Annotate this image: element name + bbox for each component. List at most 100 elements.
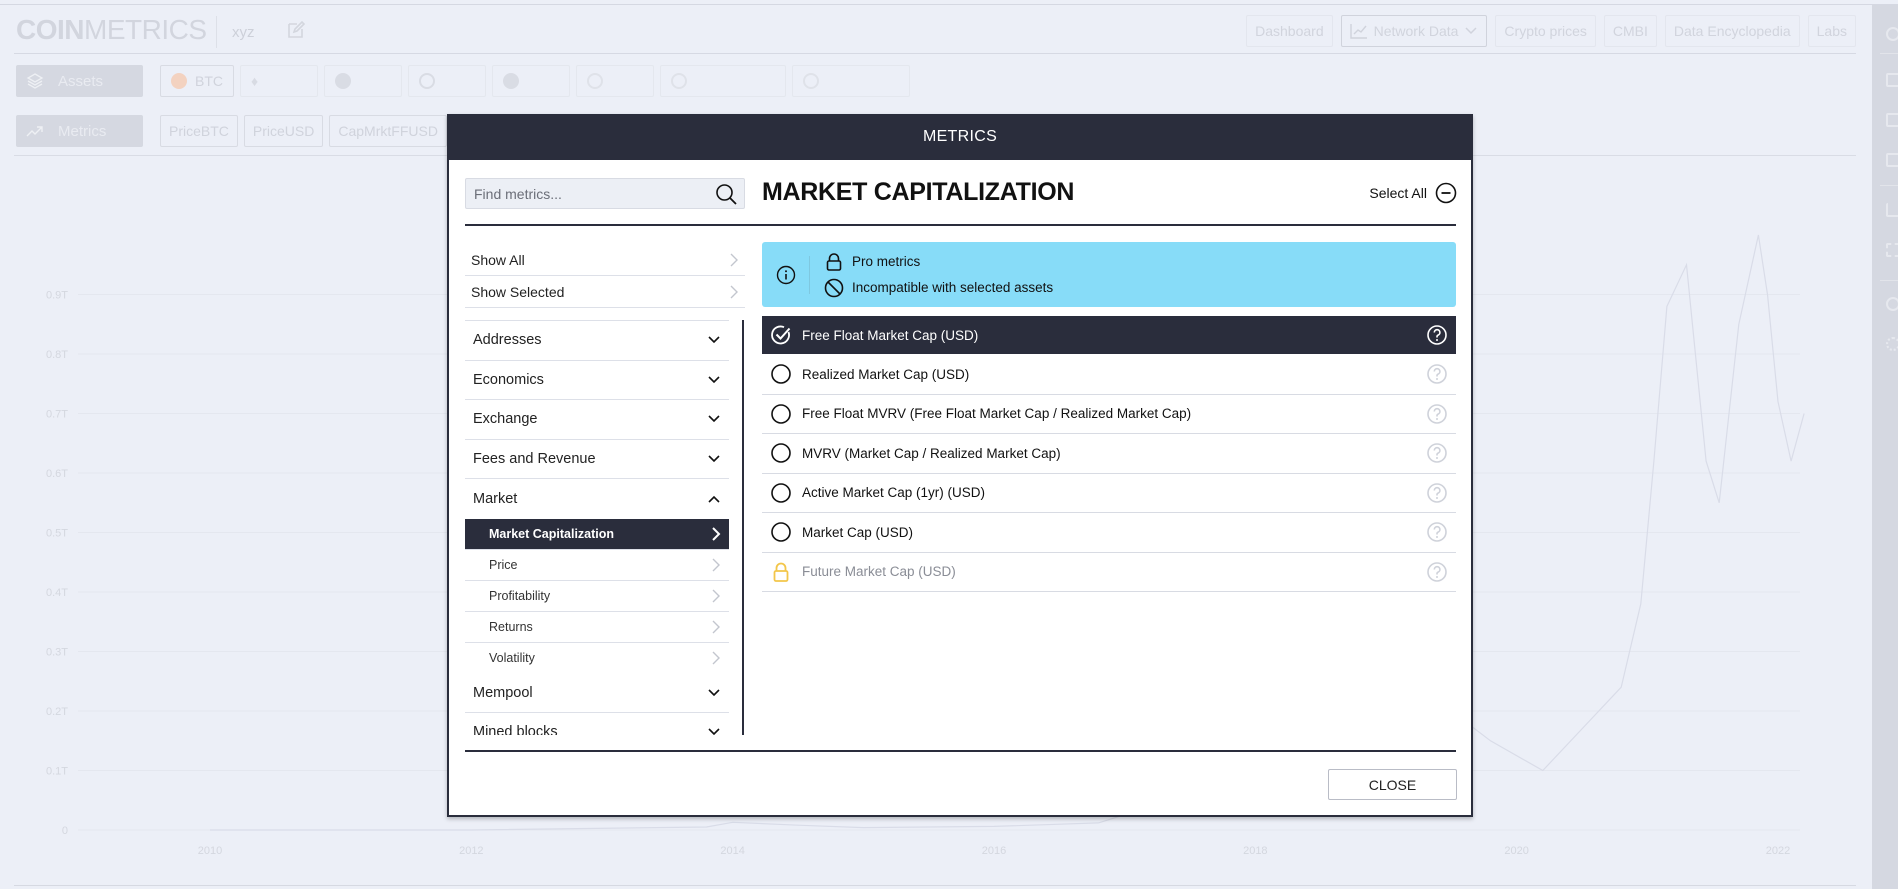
- chevron-right-icon: [712, 526, 721, 541]
- chevron-down-icon: [708, 689, 720, 696]
- nav-data-encyclopedia[interactable]: Data Encyclopedia: [1664, 15, 1800, 47]
- new-file-icon[interactable]: [1886, 73, 1898, 87]
- header-divider: [216, 16, 217, 48]
- show-all-item[interactable]: Show All: [465, 244, 745, 276]
- subcategory-volatility[interactable]: Volatility: [465, 643, 729, 674]
- app-header: COINMETRICS xyz Dashboard Network Data C…: [14, 8, 1856, 54]
- radio-empty-icon: [770, 403, 792, 425]
- category-fees-and-revenue[interactable]: Fees and Revenue: [465, 440, 729, 479]
- save-icon[interactable]: [1886, 153, 1898, 167]
- help-icon[interactable]: [1426, 521, 1448, 543]
- asset-chip[interactable]: [660, 65, 786, 97]
- edit-icon[interactable]: [286, 20, 306, 40]
- top-border: [0, 4, 1898, 5]
- show-selected-item[interactable]: Show Selected: [465, 276, 745, 308]
- category-mempool[interactable]: Mempool: [465, 674, 729, 713]
- category-mined-blocks[interactable]: Mined blocks: [465, 713, 729, 735]
- subcategory-price[interactable]: Price: [465, 550, 729, 581]
- find-metrics-input[interactable]: [466, 179, 712, 208]
- asset-chip[interactable]: [408, 65, 486, 97]
- metric-label: Free Float MVRV (Free Float Market Cap /…: [802, 406, 1192, 422]
- download-icon[interactable]: [1886, 203, 1898, 217]
- category-exchange[interactable]: Exchange: [465, 400, 729, 440]
- x-tick-label: 2018: [1243, 845, 1267, 857]
- info-icon: [762, 255, 810, 294]
- assets-button[interactable]: Assets: [16, 65, 143, 97]
- select-all-button[interactable]: Select All: [1369, 182, 1457, 204]
- legend-incompatible: Incompatible with selected assets: [824, 278, 1053, 298]
- asset-chip[interactable]: [492, 65, 570, 97]
- eth-icon: ♦: [251, 73, 259, 89]
- line-chart-icon: [1349, 24, 1367, 39]
- x-tick-label: 2010: [198, 845, 222, 857]
- y-tick-label: 0.4T: [46, 587, 68, 599]
- nav-crypto-prices[interactable]: Crypto prices: [1495, 15, 1596, 47]
- help-icon[interactable]: [1426, 403, 1448, 425]
- metric-chip[interactable]: CapMrktFFUSD: [329, 115, 447, 147]
- metric-option[interactable]: MVRV (Market Cap / Realized Market Cap): [762, 434, 1456, 474]
- share-icon[interactable]: [1886, 27, 1898, 41]
- metric-filters: Show All Show Selected: [465, 244, 745, 308]
- category-economics[interactable]: Economics: [465, 361, 729, 400]
- category-list: Addresses Economics Exchange Fees and Re…: [465, 320, 729, 735]
- subcategory-profitability[interactable]: Profitability: [465, 581, 729, 612]
- asset-icon: [503, 73, 519, 89]
- asset-chip[interactable]: ♦: [240, 65, 318, 97]
- category-scrollbar[interactable]: [742, 320, 744, 735]
- metric-chip[interactable]: PriceUSD: [243, 115, 324, 147]
- help-icon[interactable]: [1426, 482, 1448, 504]
- metric-option[interactable]: Active Market Cap (1yr) (USD): [762, 474, 1456, 513]
- btc-icon: [171, 73, 187, 89]
- chevron-right-icon: [712, 589, 720, 602]
- legend-banner: Pro metrics Incompatible with selected a…: [762, 242, 1456, 307]
- search-box: [465, 178, 745, 209]
- radio-empty-icon: [770, 521, 792, 543]
- asset-chip-btc[interactable]: BTC: [160, 65, 234, 97]
- nav-network-data[interactable]: Network Data: [1340, 15, 1488, 47]
- metrics-button[interactable]: Metrics: [16, 115, 143, 147]
- subcategory-market-capitalization[interactable]: Market Capitalization: [465, 518, 729, 550]
- y-tick-label: 0.7T: [46, 409, 68, 421]
- toolbar-divider: [1880, 53, 1898, 54]
- right-toolbar: [1872, 5, 1898, 889]
- x-tick-label: 2012: [459, 845, 483, 857]
- category-market[interactable]: Market: [465, 479, 729, 519]
- fullscreen-icon[interactable]: [1886, 243, 1898, 257]
- y-tick-label: 0.2T: [46, 706, 68, 718]
- y-tick-label: 0.8T: [46, 349, 68, 361]
- metric-option[interactable]: Realized Market Cap (USD): [762, 355, 1456, 395]
- asset-chip[interactable]: [324, 65, 402, 97]
- metric-option[interactable]: Market Cap (USD): [762, 513, 1456, 553]
- help-icon[interactable]: [1426, 324, 1448, 346]
- nav-dashboard[interactable]: Dashboard: [1246, 15, 1333, 47]
- asset-icon: [335, 73, 351, 89]
- asset-chip[interactable]: [576, 65, 654, 97]
- minus-circle-icon: [1435, 182, 1457, 204]
- asset-chip[interactable]: [792, 65, 910, 97]
- metric-chip[interactable]: PriceBTC: [160, 115, 238, 147]
- info-icon[interactable]: [1886, 297, 1898, 311]
- help-icon[interactable]: [1426, 363, 1448, 385]
- close-button[interactable]: CLOSE: [1328, 769, 1457, 800]
- subcategory-returns[interactable]: Returns: [465, 612, 729, 643]
- metric-option[interactable]: Free Float Market Cap (USD): [762, 316, 1456, 354]
- x-tick-label: 2014: [720, 845, 744, 857]
- nav-cmbi[interactable]: CMBI: [1603, 15, 1657, 47]
- help-icon[interactable]: [1426, 561, 1448, 583]
- settings-icon[interactable]: [1886, 337, 1898, 351]
- metric-label: Free Float Market Cap (USD): [802, 327, 979, 343]
- nav-labs[interactable]: Labs: [1807, 15, 1856, 47]
- metrics-modal: METRICS MARKET CAPITALIZATION Select All…: [447, 114, 1473, 817]
- chevron-right-icon: [730, 285, 738, 298]
- help-icon[interactable]: [1426, 442, 1448, 464]
- folder-icon[interactable]: [1886, 113, 1898, 127]
- metric-option[interactable]: Free Float MVRV (Free Float Market Cap /…: [762, 395, 1456, 434]
- metric-label: MVRV (Market Cap / Realized Market Cap): [802, 445, 1061, 461]
- logo[interactable]: COINMETRICS: [16, 14, 207, 46]
- main-nav: Dashboard Network Data Crypto prices CMB…: [1246, 15, 1856, 47]
- metric-option[interactable]: Future Market Cap (USD): [762, 553, 1456, 592]
- search-icon[interactable]: [712, 180, 740, 208]
- prohibited-icon: [824, 278, 844, 297]
- category-addresses[interactable]: Addresses: [465, 321, 729, 361]
- y-tick-label: 0.1T: [46, 766, 68, 778]
